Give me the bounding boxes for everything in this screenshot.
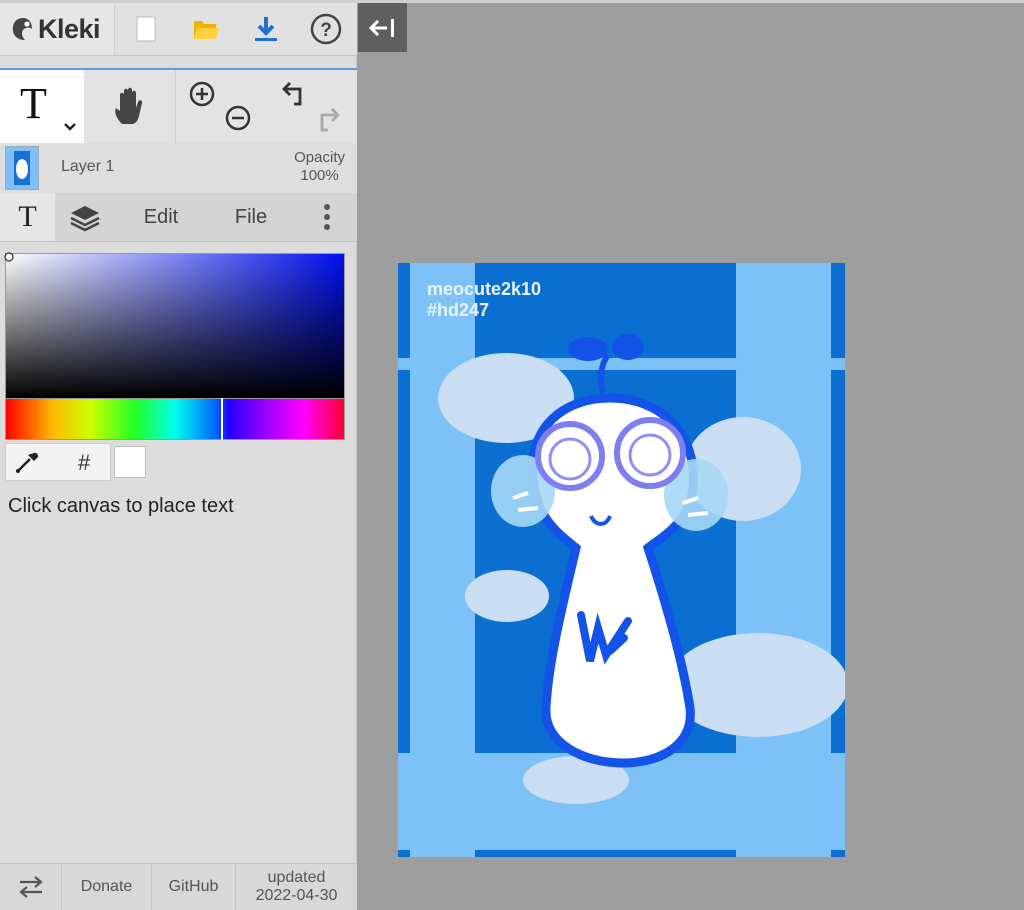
hue-slider[interactable]	[5, 398, 345, 440]
current-color-swatch[interactable]	[114, 446, 146, 478]
sprout-leaf	[612, 334, 644, 360]
signature-line-2: #hd247	[427, 300, 490, 320]
undo-icon[interactable]	[280, 80, 310, 108]
eye-inner	[628, 433, 672, 477]
canvas-band-bottom	[398, 753, 845, 850]
folder-icon	[194, 21, 219, 39]
eyedropper-icon	[16, 452, 39, 473]
tab-file[interactable]: File	[210, 193, 292, 241]
hand-tool-button[interactable]	[85, 70, 176, 143]
zoom-in-icon[interactable]	[188, 80, 216, 108]
changelog-link[interactable]: updated 2022-04-30	[236, 864, 357, 910]
history-controls	[266, 70, 356, 143]
kleki-logo[interactable]: Kleki	[0, 3, 115, 55]
app-name: Kleki	[38, 13, 101, 44]
tool-row: T	[0, 68, 357, 144]
swap-side-button[interactable]	[0, 864, 62, 910]
kleki-logo-icon	[12, 18, 32, 40]
color-saturation-area[interactable]	[4, 252, 345, 399]
cloud-shape	[465, 570, 549, 622]
collapse-panel-button[interactable]	[358, 3, 407, 52]
hand-icon	[115, 87, 143, 124]
more-menu-button[interactable]	[305, 193, 349, 241]
chevron-down-icon[interactable]	[63, 122, 77, 132]
footer-bar: Donate GitHub updated 2022-04-30	[0, 863, 357, 910]
panel-tabs: T Edit File	[0, 193, 357, 242]
color-tools: #	[5, 443, 111, 481]
zoom-out-icon[interactable]	[224, 104, 252, 132]
download-icon	[255, 17, 277, 41]
text-tool-button[interactable]: T	[0, 70, 84, 143]
layer-row[interactable]: Layer 1 Opacity 100%	[0, 143, 357, 193]
tab-edit[interactable]: Edit	[120, 193, 202, 241]
sprout-leaf	[568, 337, 608, 361]
updated-label: updated	[267, 869, 326, 886]
eye-inner	[548, 437, 592, 481]
cloud-shape	[668, 633, 845, 737]
layer-name: Layer 1	[61, 158, 115, 175]
github-link[interactable]: GitHub	[152, 864, 236, 910]
help-icon: ?	[310, 13, 342, 45]
more-vertical-icon	[324, 204, 330, 230]
zoom-controls	[176, 70, 266, 143]
layer-thumbnail-preview	[6, 147, 38, 189]
drawing-canvas[interactable]	[398, 263, 845, 857]
donate-link[interactable]: Donate	[62, 864, 152, 910]
opacity-value: 100%	[300, 167, 339, 184]
text-tool-icon: T	[20, 79, 47, 128]
color-cursor	[4, 252, 14, 262]
eyedropper-button[interactable]	[14, 449, 40, 480]
layers-icon	[70, 206, 100, 232]
help-button[interactable]: ?	[296, 3, 356, 55]
text-tool-hint: Click canvas to place text	[8, 495, 234, 517]
tab-layers[interactable]	[55, 193, 115, 241]
text-tab-icon: T	[18, 200, 37, 233]
layer-thumbnail	[5, 146, 39, 190]
opacity-label: Opacity	[294, 149, 345, 166]
updated-date: 2022-04-30	[255, 887, 338, 904]
new-file-icon	[136, 16, 156, 42]
left-panel: Kleki ? T Layer 1 Opacity 100% T Edit Fi…	[0, 3, 357, 910]
swap-arrows-icon	[18, 876, 43, 898]
hue-slider-handle[interactable]	[221, 398, 223, 440]
signature-line-1: meocute2k10	[427, 279, 542, 299]
svg-text:?: ?	[320, 20, 332, 41]
download-button[interactable]	[236, 3, 296, 55]
canvas-signature: meocute2k10 #hd247	[427, 279, 541, 321]
redo-icon[interactable]	[312, 106, 342, 134]
layer-opacity: Opacity 100%	[294, 149, 345, 185]
hex-input-button[interactable]: #	[78, 450, 90, 476]
new-file-button[interactable]	[116, 3, 176, 55]
collapse-left-icon	[368, 18, 394, 37]
main-toolbar: Kleki ?	[0, 3, 357, 56]
open-file-button[interactable]	[176, 3, 236, 55]
tab-tool-settings[interactable]: T	[0, 193, 55, 241]
